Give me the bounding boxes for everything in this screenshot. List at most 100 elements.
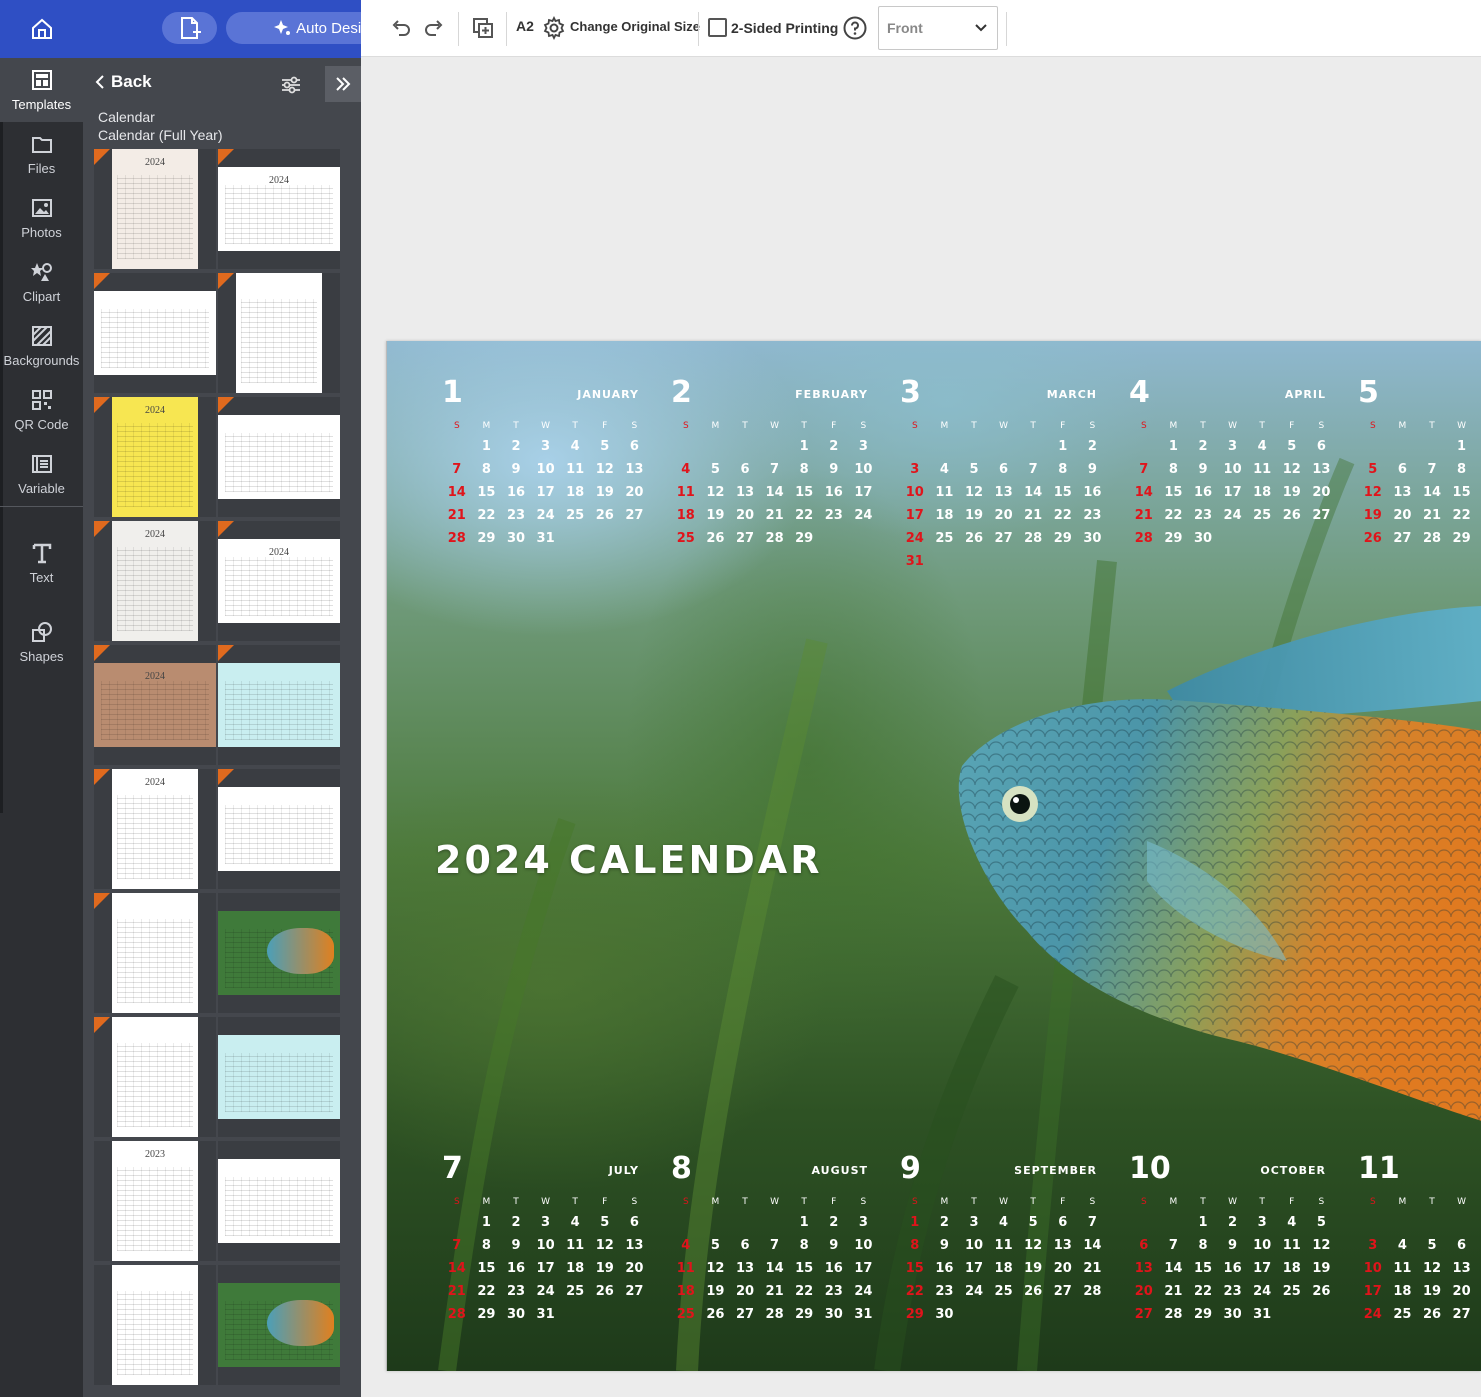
day-grid: S M T W T F S 1 2 3 4 5 6 7 8 9 10 11 12 13 14 15 16 17 18 19 20 21… [1129,1192,1336,1326]
template-thumbnail[interactable]: 2024 [94,521,216,641]
duplicate-page-icon[interactable] [471,16,495,40]
rail-item-shapes[interactable]: Shapes [0,606,83,678]
month-block[interactable]: 2 February S M T W T F S 1 2 3 4 5 6 7 8 9 10 11 12 13 14 15 16 1… [671,375,876,575]
back-label: Back [111,72,152,91]
day-grid: S M T W T F S 1 2 3 4 5 6 7 8 9 10 11 12 13 14 15 16 17 18 19 20 21… [900,1192,1107,1326]
template-thumbnail[interactable] [94,273,216,393]
month-name: February [795,388,868,401]
day-cell: 8 [1168,462,1178,477]
template-preview [112,1265,198,1385]
template-thumbnail[interactable]: 2024 [218,521,340,641]
day-cell: 22 [795,1284,814,1299]
template-thumbnail[interactable]: 2024 [94,769,216,889]
side-select[interactable]: Front [878,6,998,50]
day-cell: 10 [1223,462,1242,477]
help-icon[interactable] [843,16,867,40]
day-cell: 23 [935,1284,954,1299]
day-cell: 31 [905,554,924,569]
collapse-panel-button[interactable] [325,66,361,102]
weekday-label: S [682,420,689,431]
day-cell: 21 [1422,508,1442,523]
day-cell: 17 [1223,485,1242,500]
day-cell: 1 [910,1215,920,1230]
text-icon [32,543,51,563]
month-block[interactable]: 9 September S M T W T F S 1 2 3 4 5 6 7 8 9 10 11 12 13 14 15 16… [900,1151,1105,1351]
day-grid: S M T W T F S 1 2 3 4 5 6 7 8 9 10 11 12 13 14 15 16 17 18 19 20 21… [1129,416,1336,550]
weekday-header: SMTWTFS [1129,416,1336,435]
rail-item-clipart[interactable]: Clipart [0,250,83,314]
rail-item-variable[interactable]: Variable [0,442,83,506]
add-page-button[interactable] [162,12,217,44]
breadcrumb-category[interactable]: Calendar [98,109,155,125]
month-block[interactable]: 10 October S M T W T F S 1 2 3 4 5 6 7 8 9 10 11 12 13 14 15 16 1… [1129,1151,1334,1351]
day-cell: 10 [964,1238,984,1253]
filter-icon[interactable] [280,74,302,96]
day-cell: 24 [854,508,873,523]
calendar-title[interactable]: 2024 CALENDAR [435,838,822,882]
two-sided-checkbox[interactable] [708,18,727,37]
gear-icon[interactable] [542,16,566,40]
week-row [1358,1211,1476,1234]
rail-label: Photos [21,224,62,240]
template-thumbnail[interactable] [218,769,340,889]
template-thumbnail[interactable] [218,1265,340,1385]
template-thumbnail[interactable] [94,893,216,1013]
template-thumbnail[interactable]: 2024 [218,149,340,269]
month-block[interactable]: 11 S M T W 3 4 5 6 10 11 12 13 17 18 19 20 24 25 26 27 [1358,1151,1481,1351]
day-cell: 14 [447,1261,466,1276]
rail-item-backgrounds[interactable]: Backgrounds [0,314,83,378]
week-row: 17 18 19 20 21 22 23 [900,504,1107,527]
redo-icon[interactable] [422,16,446,40]
template-thumbnail[interactable]: 2024 [94,149,216,269]
weekday-label: T [1200,1196,1206,1207]
template-thumbnail[interactable]: 2024 [94,645,216,765]
template-thumbnail[interactable] [218,645,340,765]
weekday-label: F [602,420,608,431]
rail-item-text[interactable]: Text [0,528,83,598]
new-badge [218,273,234,289]
template-preview [112,893,198,1013]
week-row: 1 2 3 4 5 6 [442,435,649,458]
template-title: 2024 [269,547,289,558]
template-thumbnail[interactable] [94,1265,216,1385]
week-row: 28 29 30 [1129,527,1336,550]
undo-icon[interactable] [389,16,413,40]
change-original-size-button[interactable]: Change Original Size [570,19,700,34]
day-cell: 28 [447,1307,466,1322]
design-canvas[interactable]: 2024 CALENDAR 1 January S M T W T F S 1 2 3 4 5 6 7 8 9 10… [386,341,1481,1371]
day-cell: 15 [905,1261,924,1276]
back-button[interactable]: Back [95,72,152,92]
weekday-label: F [602,1196,608,1207]
template-thumbnail[interactable] [94,1017,216,1137]
month-block[interactable]: 8 August S M T W T F S 1 2 3 4 5 6 7 8 9 10 11 12 13 14 15 16 17 1… [671,1151,876,1351]
template-thumbnail[interactable] [218,893,340,1013]
month-block[interactable]: 4 April S M T W T F S 1 2 3 4 5 6 7 8 9 10 11 12 13 14 15 16 17 18… [1129,375,1334,575]
day-cell: 21 [1134,508,1153,523]
month-block[interactable]: 7 July S M T W T F S 1 2 3 4 5 6 7 8 9 10 11 12 13 14 15 16 17 18 1… [442,1151,647,1351]
template-preview [218,1035,340,1119]
week-row: 25 26 27 28 29 [671,527,878,550]
day-cell: 25 [1393,1307,1412,1322]
rail-item-photos[interactable]: Photos [0,186,83,250]
template-thumbnail[interactable] [218,273,340,393]
rail-item-files[interactable]: Files [0,122,83,186]
day-cell: 27 [1053,1284,1072,1299]
month-block[interactable]: 5SMTWTFS15678121314151920212226272829 [1358,375,1481,575]
month-block[interactable]: 3 March S M T W T F S 1 2 3 4 5 6 7 8 9 10 11 12 13 14 15 16 17 18… [900,375,1105,575]
template-thumbnail[interactable]: 2023 [94,1141,216,1261]
template-thumbnail[interactable] [218,397,340,517]
weekday-label: S [860,420,867,431]
day-cell: 26 [595,1284,614,1299]
rail-item-qr-code[interactable]: QR Code [0,378,83,442]
day-cell: 31 [536,531,555,546]
template-thumbnail[interactable]: 2024 [94,397,216,517]
week-row: 18 19 20 21 22 23 24 [671,504,878,527]
rail-item-templates[interactable]: Templates [0,58,83,122]
home-button[interactable] [0,0,83,58]
month-block[interactable]: 1 January S M T W T F S 1 2 3 4 5 6 7 8 9 10 11 12 13 14 15 16 17… [442,375,647,575]
day-cell: 12 [595,462,614,477]
template-thumbnail[interactable] [218,1017,340,1137]
day-cell: 23 [506,1284,526,1299]
template-thumbnail[interactable] [218,1141,340,1261]
weekday-label: W [1457,420,1467,431]
